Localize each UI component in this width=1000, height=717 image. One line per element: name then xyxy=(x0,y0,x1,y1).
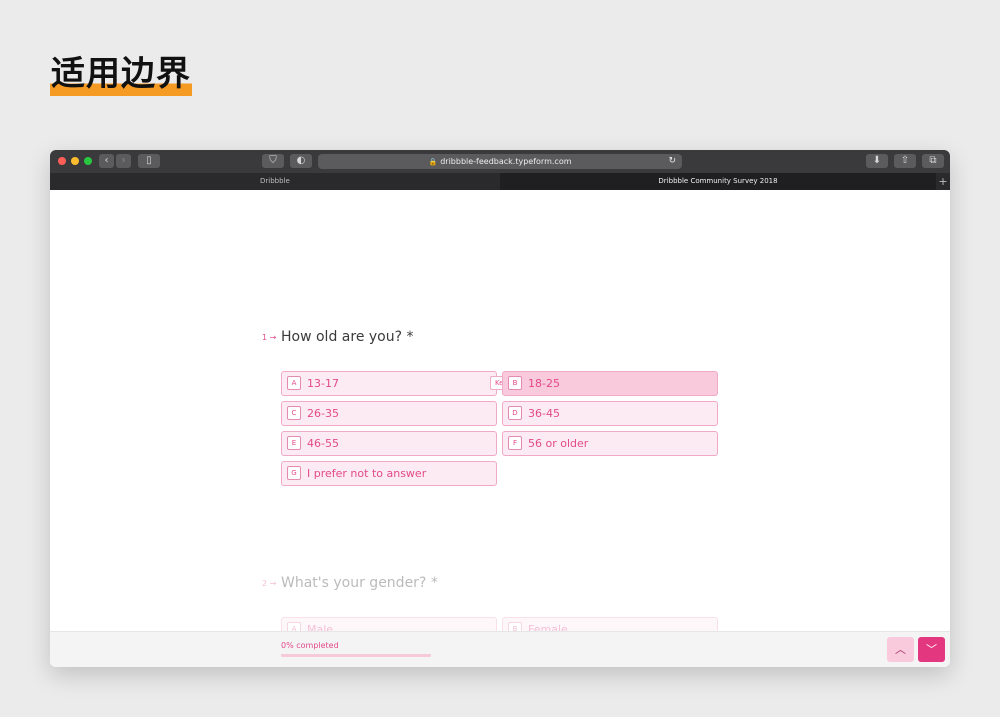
close-window-button[interactable] xyxy=(58,157,66,165)
tab-survey[interactable]: Dribbble Community Survey 2018 xyxy=(500,173,936,190)
downloads-button[interactable]: ⬇ xyxy=(866,154,888,168)
choice-label: I prefer not to answer xyxy=(307,467,427,480)
browser-toolbar: ‹ › ▯ ⛉ ◐ 🔒 dribbble-feedback.typeform.co… xyxy=(50,150,950,173)
question-number: 2 → xyxy=(262,579,277,588)
choice-label: 18-25 xyxy=(528,377,560,390)
choice-label: 13-17 xyxy=(307,377,339,390)
tab-dribbble[interactable]: Dribbble xyxy=(50,173,500,190)
back-button[interactable]: ‹ xyxy=(99,154,114,168)
choice-key: C xyxy=(287,406,301,420)
browser-window: ‹ › ▯ ⛉ ◐ 🔒 dribbble-feedback.typeform.co… xyxy=(50,150,950,667)
question-text: How old are you? * xyxy=(281,329,414,345)
choice-label: 36-45 xyxy=(528,407,560,420)
next-question-button[interactable]: ﹀ xyxy=(918,637,945,662)
maximize-window-button[interactable] xyxy=(84,157,92,165)
choice-46-55[interactable]: E 46-55 xyxy=(281,431,497,456)
tab-label: Dribbble xyxy=(260,177,290,185)
share-button[interactable]: ⇧ xyxy=(894,154,916,168)
sidebar-icon: ▯ xyxy=(146,155,152,166)
new-tab-button[interactable]: + xyxy=(936,173,950,190)
tab-label: Dribbble Community Survey 2018 xyxy=(658,177,778,185)
address-bar[interactable]: 🔒 dribbble-feedback.typeform.com ↻ xyxy=(318,154,682,169)
sidebar-button[interactable]: ▯ xyxy=(138,154,160,168)
choice-key: B xyxy=(508,376,522,390)
chevron-right-icon: › xyxy=(121,155,126,166)
chevron-up-icon: ︿ xyxy=(895,643,906,656)
choice-key: D xyxy=(508,406,522,420)
choice-key: A xyxy=(287,376,301,390)
tab-bar: Dribbble Dribbble Community Survey 2018 … xyxy=(50,173,950,190)
progress-bar xyxy=(281,654,431,657)
extension-icon: ◐ xyxy=(296,155,306,166)
question-text: What's your gender? * xyxy=(281,575,438,591)
download-icon: ⬇ xyxy=(872,155,882,166)
tabs-overview-button[interactable]: ⧉ xyxy=(922,154,944,168)
minimize-window-button[interactable] xyxy=(71,157,79,165)
chevron-left-icon: ‹ xyxy=(104,155,109,166)
lock-icon: 🔒 xyxy=(428,158,438,166)
choice-key: E xyxy=(287,436,301,450)
extension-button[interactable]: ◐ xyxy=(290,154,312,168)
forward-button[interactable]: › xyxy=(116,154,131,168)
question-number: 1 → xyxy=(262,333,277,342)
choice-13-17[interactable]: A 13-17 xyxy=(281,371,497,396)
choice-56-or-older[interactable]: F 56 or older xyxy=(502,431,718,456)
progress-text: 0% completed xyxy=(281,641,339,650)
tabs-icon: ⧉ xyxy=(929,155,937,166)
share-icon: ⇧ xyxy=(900,155,910,166)
choice-prefer-not-to-answer[interactable]: G I prefer not to answer xyxy=(281,461,497,486)
shield-icon: ⛉ xyxy=(269,155,277,166)
choice-key: G xyxy=(287,466,301,480)
page-title: 适用边界 xyxy=(50,52,192,96)
previous-question-button[interactable]: ︿ xyxy=(887,637,914,662)
survey-content: 1 → How old are you? * A 13-17 Key B 18-… xyxy=(50,190,950,667)
choice-label: 56 or older xyxy=(528,437,589,450)
choice-26-35[interactable]: C 26-35 xyxy=(281,401,497,426)
survey-footer: 0% completed ︿ ﹀ xyxy=(50,631,950,667)
choice-36-45[interactable]: D 36-45 xyxy=(502,401,718,426)
plus-icon: + xyxy=(938,175,948,188)
choice-label: 26-35 xyxy=(307,407,339,420)
reload-icon[interactable]: ↻ xyxy=(668,154,676,169)
choice-18-25[interactable]: B 18-25 xyxy=(502,371,718,396)
choice-label: 46-55 xyxy=(307,437,339,450)
privacy-shield-button[interactable]: ⛉ xyxy=(262,154,284,168)
chevron-down-icon: ﹀ xyxy=(926,643,937,656)
url-text: dribbble-feedback.typeform.com xyxy=(440,157,572,166)
choice-key: F xyxy=(508,436,522,450)
